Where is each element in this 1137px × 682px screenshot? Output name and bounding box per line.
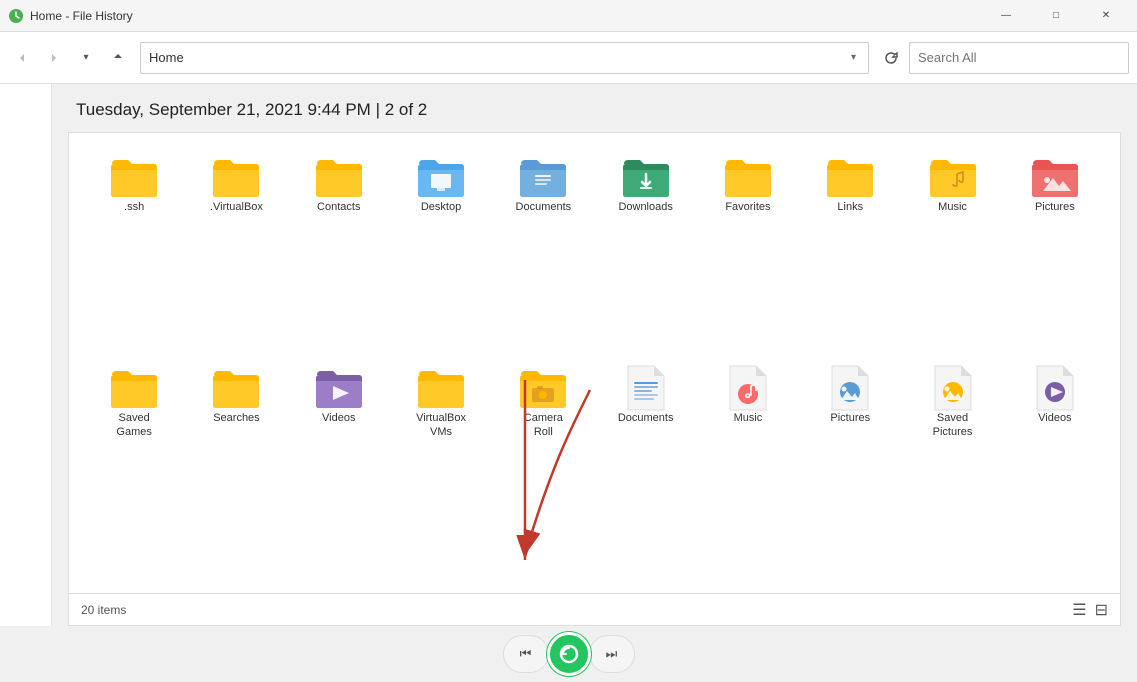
bottom-bar: ⏮ ⏭ bbox=[0, 626, 1137, 682]
file-item-videos-folder[interactable]: Videos bbox=[290, 360, 388, 577]
file-item-ssh[interactable]: .ssh bbox=[85, 149, 183, 352]
folder-icon bbox=[415, 153, 467, 201]
file-label: Music bbox=[734, 412, 763, 425]
folder-icon bbox=[517, 364, 569, 412]
next-button[interactable]: ⏭ bbox=[590, 636, 634, 672]
file-item-music-file[interactable]: Music bbox=[699, 360, 797, 577]
file-item-links[interactable]: Links bbox=[801, 149, 899, 352]
file-grid: .ssh .VirtualBox bbox=[69, 133, 1120, 593]
sidebar bbox=[0, 84, 52, 626]
back-button[interactable] bbox=[8, 44, 36, 72]
date-header: Tuesday, September 21, 2021 9:44 PM | 2 … bbox=[60, 84, 1129, 132]
file-label: Pictures bbox=[1035, 201, 1075, 214]
file-item-pictures-folder[interactable]: Pictures bbox=[1006, 149, 1104, 352]
file-label: Downloads bbox=[618, 201, 672, 214]
prev-button[interactable]: ⏮ bbox=[504, 636, 548, 672]
address-bar[interactable]: ▾ bbox=[140, 42, 869, 74]
file-label: Contacts bbox=[317, 201, 360, 214]
title-bar: Home - File History — □ ✕ bbox=[0, 0, 1137, 32]
recent-button[interactable]: ▾ bbox=[72, 44, 100, 72]
file-item-documents[interactable]: Documents bbox=[494, 149, 592, 352]
maximize-button[interactable]: □ bbox=[1033, 0, 1079, 32]
file-label: Desktop bbox=[421, 201, 461, 214]
file-label: Pictures bbox=[830, 412, 870, 425]
music-file-icon bbox=[722, 364, 774, 412]
file-item-videos-file[interactable]: Videos bbox=[1006, 360, 1104, 577]
folder-icon bbox=[620, 153, 672, 201]
refresh-button[interactable] bbox=[877, 44, 905, 72]
file-label: Favorites bbox=[725, 201, 770, 214]
forward-button[interactable] bbox=[40, 44, 68, 72]
folder-icon bbox=[824, 153, 876, 201]
file-item-contacts[interactable]: Contacts bbox=[290, 149, 388, 352]
item-count: 20 items bbox=[81, 603, 126, 617]
file-label: Videos bbox=[1038, 412, 1071, 425]
folder-icon bbox=[108, 364, 160, 412]
file-item-virtualbox-vms[interactable]: VirtualBoxVMs bbox=[392, 360, 490, 577]
status-bar: 20 items ☰ ⊟ bbox=[69, 593, 1120, 625]
file-item-music-folder[interactable]: Music bbox=[903, 149, 1001, 352]
search-input[interactable] bbox=[909, 42, 1129, 74]
file-item-desktop[interactable]: Desktop bbox=[392, 149, 490, 352]
file-item-saved-pictures[interactable]: SavedPictures bbox=[903, 360, 1001, 577]
file-label: Music bbox=[938, 201, 967, 214]
folder-icon bbox=[1029, 153, 1081, 201]
file-label: .VirtualBox bbox=[210, 201, 263, 214]
minimize-button[interactable]: — bbox=[983, 0, 1029, 32]
folder-icon bbox=[108, 153, 160, 201]
folder-icon bbox=[210, 364, 262, 412]
window-title: Home - File History bbox=[30, 9, 133, 23]
navigation-bar: ▾ ▾ bbox=[0, 32, 1137, 84]
list-view-icon[interactable]: ☰ bbox=[1072, 600, 1086, 620]
file-item-documents-file[interactable]: Documents bbox=[597, 360, 695, 577]
file-label: SavedPictures bbox=[933, 412, 973, 438]
file-item-pictures-file[interactable]: Pictures bbox=[801, 360, 899, 577]
file-label: VirtualBoxVMs bbox=[416, 412, 466, 438]
history-container: .ssh .VirtualBox bbox=[68, 132, 1121, 626]
pictures-file-icon bbox=[824, 364, 876, 412]
file-item-searches[interactable]: Searches bbox=[187, 360, 285, 577]
folder-icon bbox=[210, 153, 262, 201]
folder-icon bbox=[313, 364, 365, 412]
address-chevron-icon: ▾ bbox=[851, 52, 856, 63]
title-bar-left: Home - File History bbox=[8, 8, 133, 24]
file-label: SavedGames bbox=[116, 412, 151, 438]
folder-icon bbox=[313, 153, 365, 201]
file-label: .ssh bbox=[124, 201, 144, 214]
document-icon bbox=[620, 364, 672, 412]
file-label: Documents bbox=[516, 201, 572, 214]
player-controls-right: ⏭ bbox=[589, 635, 635, 673]
file-label: Searches bbox=[213, 412, 259, 425]
file-item-virtualbox[interactable]: .VirtualBox bbox=[187, 149, 285, 352]
main-content: Tuesday, September 21, 2021 9:44 PM | 2 … bbox=[0, 84, 1137, 626]
file-item-downloads[interactable]: Downloads bbox=[597, 149, 695, 352]
title-bar-controls: — □ ✕ bbox=[983, 0, 1129, 32]
play-restore-button[interactable] bbox=[547, 632, 591, 676]
file-item-saved-games[interactable]: SavedGames bbox=[85, 360, 183, 577]
app-icon bbox=[8, 8, 24, 24]
video-file-icon bbox=[1029, 364, 1081, 412]
saved-pictures-icon bbox=[927, 364, 979, 412]
view-icons: ☰ ⊟ bbox=[1072, 600, 1108, 620]
player-controls: ⏮ bbox=[503, 635, 549, 673]
file-item-camera-roll[interactable]: CameraRoll bbox=[494, 360, 592, 577]
file-label: Links bbox=[837, 201, 863, 214]
address-input[interactable] bbox=[149, 50, 851, 65]
file-label: Videos bbox=[322, 412, 355, 425]
folder-icon bbox=[415, 364, 467, 412]
file-label: CameraRoll bbox=[524, 412, 563, 438]
close-button[interactable]: ✕ bbox=[1083, 0, 1129, 32]
folder-icon bbox=[517, 153, 569, 201]
folder-icon bbox=[722, 153, 774, 201]
file-item-favorites[interactable]: Favorites bbox=[699, 149, 797, 352]
up-button[interactable] bbox=[104, 44, 132, 72]
content-panel: Tuesday, September 21, 2021 9:44 PM | 2 … bbox=[52, 84, 1137, 626]
folder-icon bbox=[927, 153, 979, 201]
tile-view-icon[interactable]: ⊟ bbox=[1095, 600, 1108, 620]
file-label: Documents bbox=[618, 412, 674, 425]
